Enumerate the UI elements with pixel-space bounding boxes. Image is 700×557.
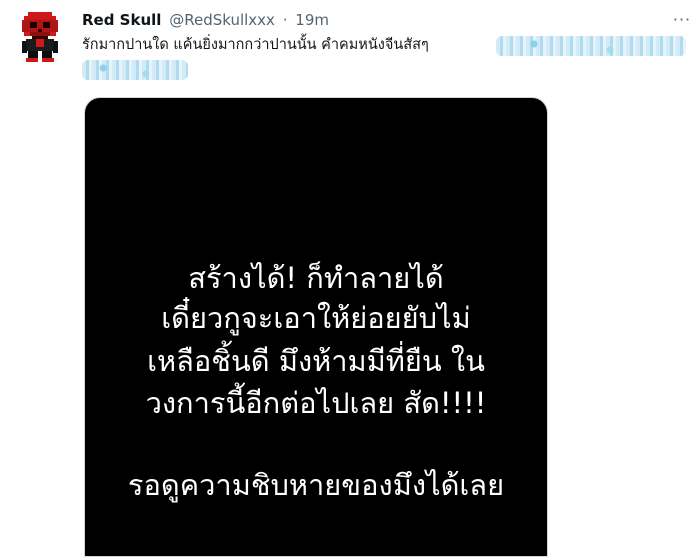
- author-handle[interactable]: @RedSkullxxx: [169, 11, 275, 29]
- red-skull-avatar-icon: [22, 12, 58, 62]
- redacted-text-region: [82, 60, 188, 80]
- avatar[interactable]: [18, 10, 62, 62]
- media-text-line: เหลือชิ้นดี มึงห้ามมีที่ยืน ใน: [147, 344, 485, 378]
- tweet-text: รักมากปานใด แค้นยิ่งมากกว่าปานนั้น คำคมห…: [82, 37, 429, 53]
- media-text-line: รอดูความชิบหายของมึงได้เลย: [127, 468, 505, 502]
- redacted-text-region: [496, 36, 686, 56]
- separator-dot: ·: [282, 11, 288, 29]
- author-name[interactable]: Red Skull: [82, 11, 161, 29]
- tweet-media-image[interactable]: สร้างได้! ก็ทำลายได้ เดี๋ยวกูจะเอาให้ย่อ…: [84, 97, 548, 557]
- tweet-header: Red Skull @RedSkullxxx · 19m: [82, 9, 329, 31]
- media-text-line: สร้างได้! ก็ทำลายได้: [188, 261, 444, 295]
- media-text-line: วงการนี้อีกต่อไปเลย สัด!!!!: [145, 386, 487, 420]
- tweet-timestamp[interactable]: 19m: [295, 11, 329, 29]
- more-options-icon[interactable]: ···: [668, 10, 696, 30]
- media-text-line: เดี๋ยวกูจะเอาให้ย่อยยับไม่: [161, 301, 471, 335]
